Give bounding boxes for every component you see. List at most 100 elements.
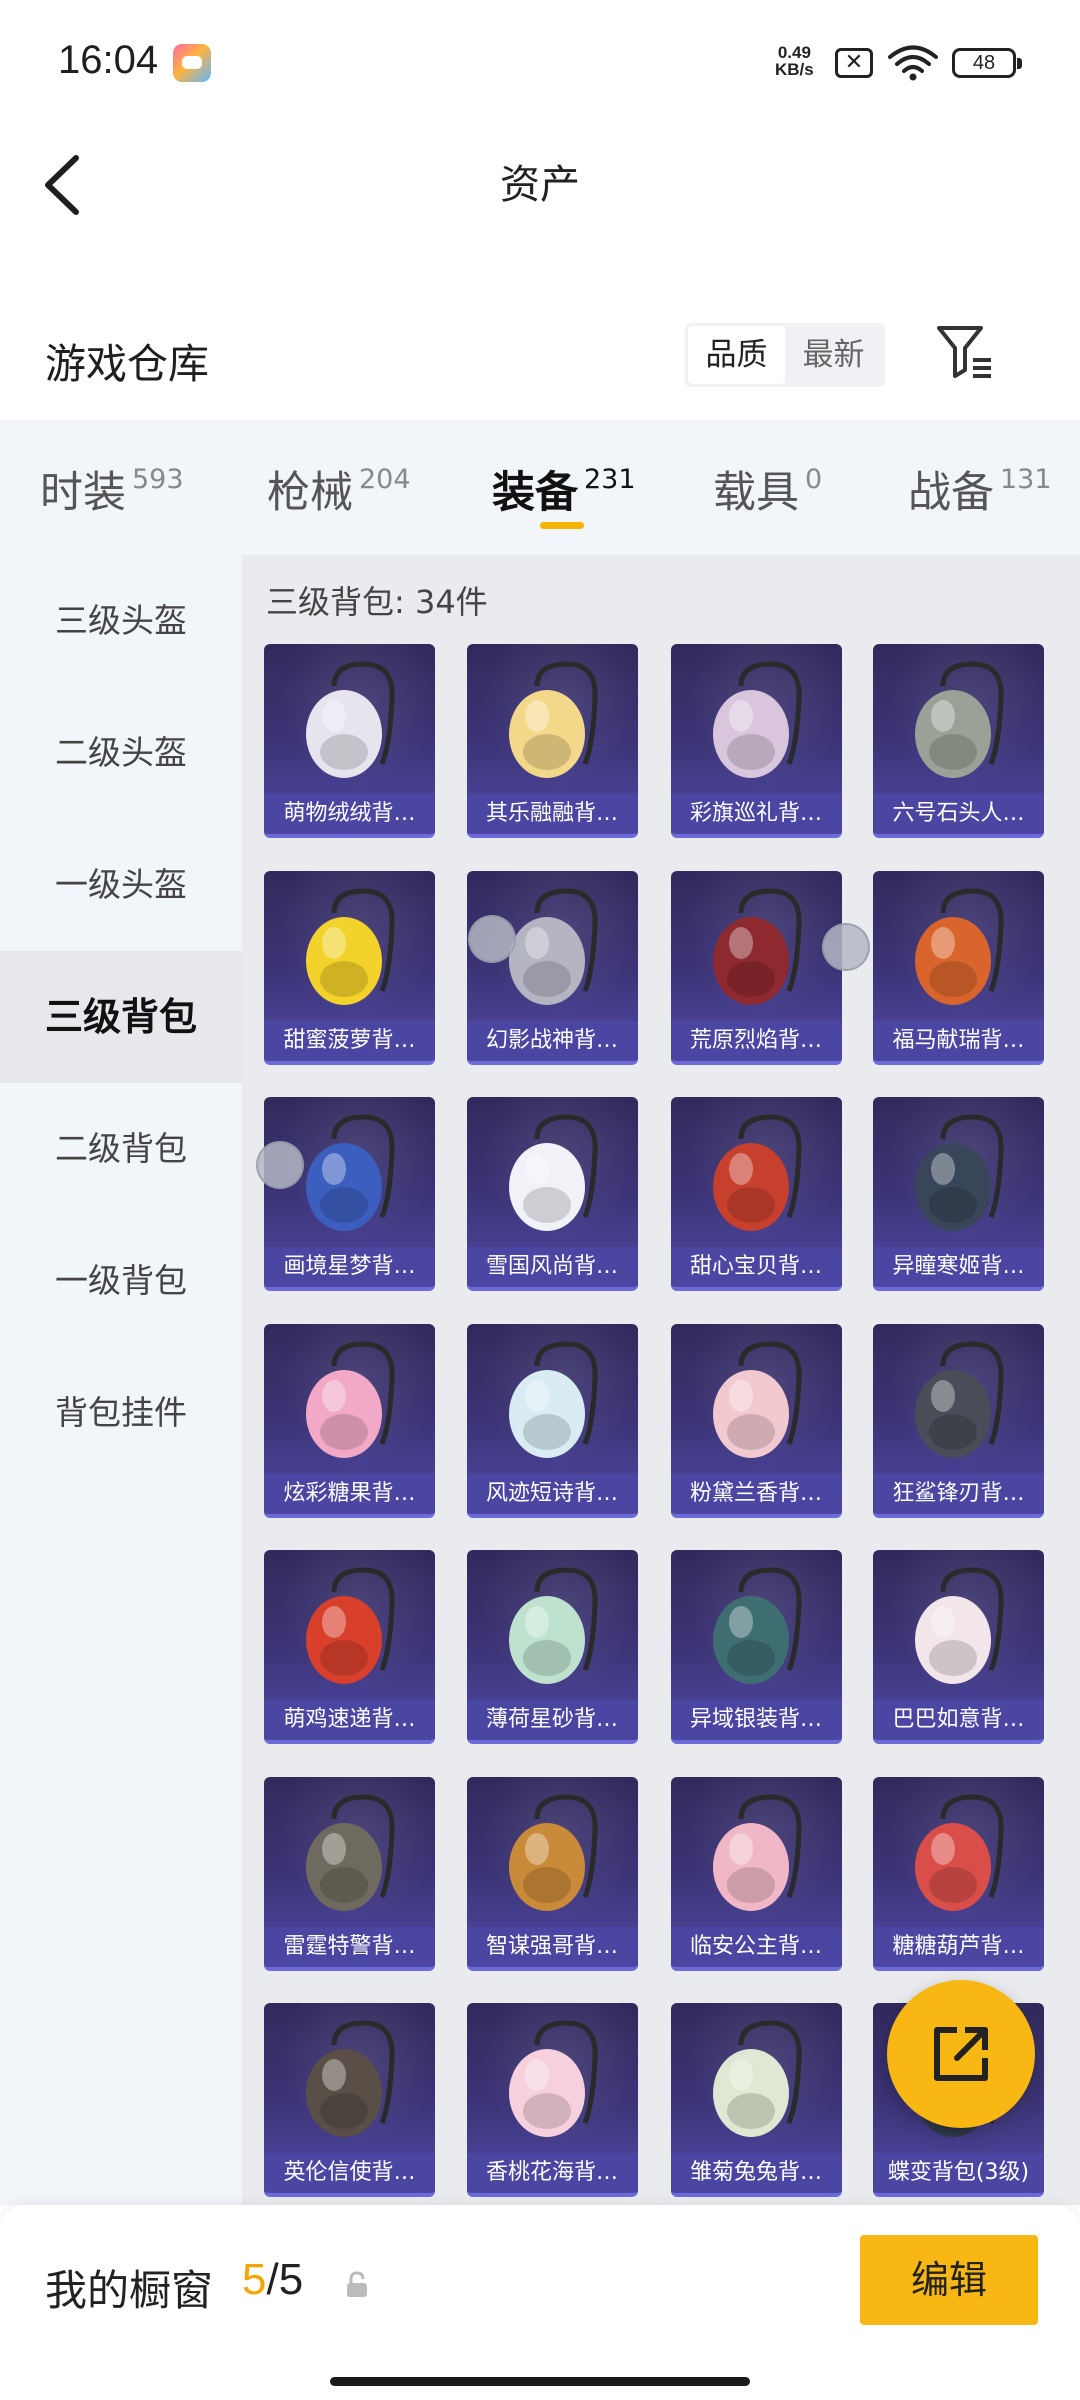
drag-handle-dot[interactable] [822, 923, 870, 971]
backpack-name: 福马献瑞背… [873, 1020, 1044, 1061]
backpack-card[interactable]: 粉黛兰香背… [670, 1323, 842, 1518]
backpack-thumbnail [712, 1567, 802, 1684]
backpack-thumbnail [306, 1793, 395, 1911]
tab-battle-prep[interactable]: 战备 131 [908, 458, 1052, 520]
backpack-card[interactable]: 画境星梦背… [264, 1097, 435, 1291]
backpack-name: 萌物绒绒背… [264, 794, 435, 834]
sidebar-item-backpack-lv2[interactable]: 二级背包 [0, 1083, 242, 1215]
backpack-name: 六号石头人… [873, 794, 1044, 834]
active-tab-indicator [540, 522, 584, 529]
backpack-name: 荒原烈焰背… [670, 1020, 842, 1061]
tab-vehicles[interactable]: 载具 0 [713, 458, 822, 520]
drag-handle-dot[interactable] [468, 915, 516, 963]
backpack-card[interactable]: 智谋强哥背… [466, 1776, 638, 1971]
backpack-name: 雏菊兔兔背… [670, 2153, 842, 2193]
tab-count: 231 [584, 464, 636, 495]
sort-quality-option[interactable]: 品质 [688, 326, 785, 384]
backpack-card[interactable]: 临安公主背… [670, 1776, 842, 1971]
tab-label: 装备 [492, 468, 578, 518]
backpack-name: 甜蜜菠萝背… [264, 1020, 435, 1061]
backpack-thumbnail [712, 1340, 802, 1458]
drag-handle-dot[interactable] [256, 1141, 304, 1189]
tab-equipment[interactable]: 装备 231 [492, 458, 636, 520]
backpack-name: 粉黛兰香背… [670, 1473, 842, 1514]
tab-count: 131 [1000, 464, 1052, 495]
backpack-name: 画境星梦背… [264, 1247, 435, 1287]
tab-label: 枪械 [267, 468, 353, 518]
backpack-thumbnail [915, 1114, 1004, 1231]
battery-icon: 48 [952, 48, 1022, 78]
sidebar-item-backpack-pendant[interactable]: 背包挂件 [0, 1347, 242, 1479]
backpack-card[interactable]: 狂鲨锋刃背… [873, 1323, 1044, 1518]
backpack-card[interactable]: 六号石头人… [873, 644, 1044, 838]
backpack-card[interactable]: 甜心宝贝背… [670, 1097, 842, 1291]
sidebar-item-backpack-lv1[interactable]: 一级背包 [0, 1215, 242, 1347]
backpack-card[interactable]: 荒原烈焰背… [670, 870, 842, 1065]
backpack-card[interactable]: 糖糖葫芦背… [873, 1776, 1044, 1971]
edit-button[interactable]: 编辑 [860, 2235, 1038, 2325]
backpack-thumbnail [508, 661, 598, 778]
backpack-card[interactable]: 彩旗巡礼背… [670, 644, 842, 838]
backpack-name: 雪国风尚背… [466, 1247, 638, 1287]
backpack-name: 英伦信使背… [264, 2153, 435, 2193]
backpack-card[interactable]: 异瞳寒姬背… [873, 1097, 1044, 1291]
backpack-card[interactable]: 薄荷星砂背… [466, 1550, 638, 1744]
backpack-thumbnail [915, 661, 1004, 778]
backpack-card[interactable]: 异域银装背… [670, 1550, 842, 1744]
tab-label: 战备 [908, 468, 994, 518]
backpack-card[interactable]: 甜蜜菠萝背… [264, 870, 435, 1065]
showcase-separator: / [266, 2255, 279, 2304]
backpack-name: 炫彩糖果背… [264, 1473, 435, 1514]
backpack-card[interactable]: 风迹短诗背… [466, 1323, 638, 1518]
sort-newest-option[interactable]: 最新 [785, 326, 882, 384]
backpack-card[interactable]: 炫彩糖果背… [264, 1323, 435, 1518]
backpack-card[interactable]: 巴巴如意背… [873, 1550, 1044, 1744]
sidebar-item-helmet-lv1[interactable]: 一级头盔 [0, 819, 242, 951]
tab-fashion[interactable]: 时装 593 [40, 458, 184, 520]
backpack-card[interactable]: 雷霆特警背… [264, 1776, 435, 1971]
backpack-thumbnail [306, 2020, 395, 2137]
backpack-name: 蝶变背包(3级) [873, 2153, 1044, 2193]
backpack-thumbnail [712, 1114, 802, 1231]
tab-count: 204 [359, 464, 411, 495]
backpack-card[interactable]: 福马献瑞背… [873, 870, 1044, 1065]
backpack-name: 雷霆特警背… [264, 1926, 435, 1967]
sidebar-item-backpack-lv3[interactable]: 三级背包 [0, 951, 242, 1083]
share-button[interactable] [887, 1980, 1035, 2128]
sort-toggle: 品质 最新 [685, 323, 885, 387]
battery-level: 48 [972, 52, 996, 74]
tab-guns[interactable]: 枪械 204 [267, 458, 411, 520]
filter-icon[interactable] [935, 322, 995, 384]
backpack-card[interactable]: 其乐融融背… [466, 644, 638, 838]
backpack-thumbnail [306, 1567, 395, 1684]
backpack-thumbnail [712, 887, 802, 1005]
backpack-name: 甜心宝贝背… [670, 1247, 842, 1287]
backpack-thumbnail [508, 1793, 598, 1911]
backpack-thumbnail [915, 1793, 1004, 1911]
top-header: 资产 [0, 130, 1080, 240]
category-tabs: 时装 593 枪械 204 装备 231 载具 0 战备 131 [0, 420, 1080, 555]
game-app-icon [173, 44, 211, 82]
warehouse-title: 游戏仓库 [45, 340, 209, 388]
showcase-total: 5 [278, 2255, 304, 2304]
backpack-card[interactable]: 幻影战神背… [466, 870, 638, 1065]
backpack-thumbnail [306, 1340, 395, 1458]
backpack-name: 糖糖葫芦背… [873, 1926, 1044, 1967]
backpack-card[interactable]: 雏菊兔兔背… [670, 2003, 842, 2197]
backpack-thumbnail [306, 661, 395, 778]
network-speed: 0.49 KB/s [775, 44, 814, 78]
backpack-card[interactable]: 香桃花海背… [466, 2003, 638, 2197]
sidebar-item-helmet-lv3[interactable]: 三级头盔 [0, 555, 242, 687]
network-speed-unit: KB/s [775, 60, 814, 79]
showcase-bar: 我的橱窗 5/5 编辑 [0, 2205, 1080, 2400]
backpack-name: 智谋强哥背… [466, 1926, 638, 1967]
network-speed-value: 0.49 [777, 43, 811, 62]
backpack-card[interactable]: 英伦信使背… [264, 2003, 435, 2197]
backpack-card[interactable]: 萌鸡速递背… [264, 1550, 435, 1744]
backpack-name: 异域银装背… [670, 1700, 842, 1740]
backpack-thumbnail [508, 1340, 598, 1458]
backpack-card[interactable]: 萌物绒绒背… [264, 644, 435, 838]
backpack-card[interactable]: 雪国风尚背… [466, 1097, 638, 1291]
sidebar-item-helmet-lv2[interactable]: 二级头盔 [0, 687, 242, 819]
status-time: 16:04 [58, 38, 159, 82]
